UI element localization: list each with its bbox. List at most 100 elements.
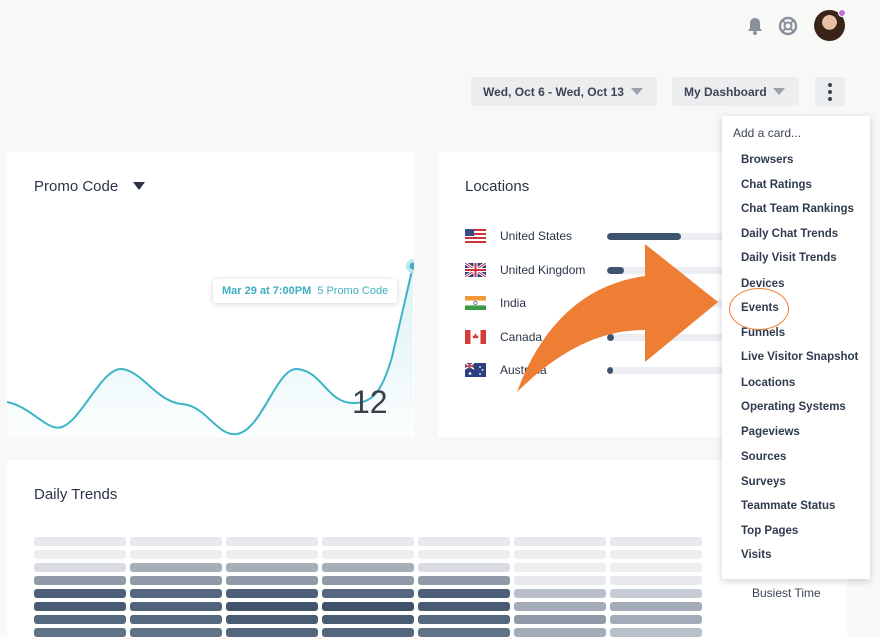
date-range-button[interactable]: Wed, Oct 6 - Wed, Oct 13 <box>471 77 657 106</box>
heatmap-cell <box>226 550 318 559</box>
vertical-dots-icon-dot <box>828 90 832 94</box>
heatmap-cell <box>322 615 414 624</box>
heatmap-cell <box>514 602 606 611</box>
heatmap-cell <box>418 602 510 611</box>
heatmap-cell <box>610 550 702 559</box>
menu-item-chat-ratings[interactable]: Chat Ratings <box>741 179 812 191</box>
caret-down-icon[interactable] <box>133 182 145 190</box>
vertical-dots-icon <box>828 83 832 87</box>
tooltip-count: 5 Promo Code <box>317 285 389 297</box>
daily-trends-title: Daily Trends <box>34 486 118 503</box>
heatmap-cell <box>34 537 126 546</box>
location-row[interactable]: India <box>465 295 727 311</box>
location-bar-fill <box>607 300 617 307</box>
heatmap-cell <box>514 628 606 637</box>
menu-item-operating-systems[interactable]: Operating Systems <box>741 401 846 413</box>
heatmap-cell <box>322 537 414 546</box>
location-row[interactable]: Australia <box>465 362 727 378</box>
dashboard-select-button[interactable]: My Dashboard <box>672 77 799 106</box>
location-row[interactable]: Canada <box>465 329 727 345</box>
heatmap-cell <box>418 576 510 585</box>
heatmap-cell <box>130 537 222 546</box>
heatmap-cell <box>610 537 702 546</box>
location-bar <box>607 367 727 374</box>
location-bar <box>607 334 727 341</box>
heatmap-cell <box>322 550 414 559</box>
heatmap-cell <box>226 537 318 546</box>
menu-item-visits[interactable]: Visits <box>741 549 771 561</box>
tooltip-time: Mar 29 at 7:00PM <box>222 285 312 297</box>
location-name: Australia <box>500 363 547 377</box>
locations-card-title: Locations <box>465 178 530 195</box>
heatmap-cell <box>130 602 222 611</box>
menu-item-live-visitor-snapshot[interactable]: Live Visitor Snapshot <box>741 351 858 363</box>
heatmap-cell <box>514 550 606 559</box>
promo-total: 12 <box>352 384 388 420</box>
help-icon[interactable] <box>778 16 798 36</box>
menu-item-pageviews[interactable]: Pageviews <box>741 426 800 438</box>
daily-trends-card: Daily Trends Busiest Time <box>7 460 847 637</box>
heatmap-cell <box>226 615 318 624</box>
menu-item-surveys[interactable]: Surveys <box>741 476 786 488</box>
heatmap-cell <box>514 576 606 585</box>
promo-code-card: Promo Code Mar 29 at 7:00PM 5 Promo Code… <box>7 152 414 437</box>
heatmap-cell <box>226 563 318 572</box>
menu-item-sources[interactable]: Sources <box>741 451 786 463</box>
heatmap-cell <box>418 537 510 546</box>
india-flag-icon <box>465 296 486 310</box>
menu-item-teammate-status[interactable]: Teammate Status <box>741 500 835 512</box>
heatmap-cell <box>322 563 414 572</box>
location-bar-fill <box>607 267 624 274</box>
heatmap-cell <box>322 576 414 585</box>
heatmap-cell <box>418 563 510 572</box>
bell-icon[interactable] <box>745 16 765 36</box>
promo-card-title: Promo Code <box>34 178 119 195</box>
menu-heading: Add a card... <box>733 126 802 140</box>
heatmap-cell <box>130 628 222 637</box>
heatmap-cell <box>418 628 510 637</box>
heatmap-cell <box>322 589 414 598</box>
heatmap-cell <box>130 615 222 624</box>
menu-item-daily-visit-trends[interactable]: Daily Visit Trends <box>741 252 837 264</box>
busiest-time-label: Busiest Time <box>752 586 821 600</box>
heatmap-cell <box>418 615 510 624</box>
location-bar-fill <box>607 367 613 374</box>
menu-item-browsers[interactable]: Browsers <box>741 154 793 166</box>
heatmap-cell <box>34 615 126 624</box>
heatmap-cell <box>610 563 702 572</box>
location-bar <box>607 233 727 240</box>
heatmap-cell <box>34 550 126 559</box>
location-bar-fill <box>607 334 615 341</box>
heatmap-cell <box>322 602 414 611</box>
dashboard-label: My Dashboard <box>684 84 767 99</box>
menu-item-daily-chat-trends[interactable]: Daily Chat Trends <box>741 228 838 240</box>
location-name: Canada <box>500 330 543 344</box>
heatmap-cell <box>610 615 702 624</box>
events-highlight-circle <box>729 288 789 330</box>
chart-tooltip: Mar 29 at 7:00PM 5 Promo Code <box>213 279 398 303</box>
chevron-down-icon <box>773 88 785 95</box>
heatmap-cell <box>418 589 510 598</box>
canada-flag-icon <box>465 330 486 344</box>
heatmap-cell <box>610 576 702 585</box>
heatmap-cell <box>610 589 702 598</box>
menu-item-top-pages[interactable]: Top Pages <box>741 525 798 537</box>
location-name: United Kingdom <box>500 263 586 277</box>
more-options-button[interactable] <box>815 77 845 106</box>
status-dot <box>838 9 846 17</box>
menu-item-locations[interactable]: Locations <box>741 377 795 389</box>
location-row[interactable]: United Kingdom <box>465 262 727 278</box>
heatmap-cell <box>514 589 606 598</box>
heatmap-cell <box>418 550 510 559</box>
heatmap-cell <box>130 550 222 559</box>
menu-item-chat-team-rankings[interactable]: Chat Team Rankings <box>741 203 854 215</box>
australia-flag-icon <box>465 363 486 377</box>
heatmap-cell <box>610 628 702 637</box>
heatmap-cell <box>130 576 222 585</box>
location-row[interactable]: United States <box>465 228 727 244</box>
heatmap-cell <box>34 563 126 572</box>
heatmap-cell <box>34 589 126 598</box>
heatmap-cell <box>226 628 318 637</box>
heatmap-cell <box>226 602 318 611</box>
heatmap-cell <box>226 589 318 598</box>
